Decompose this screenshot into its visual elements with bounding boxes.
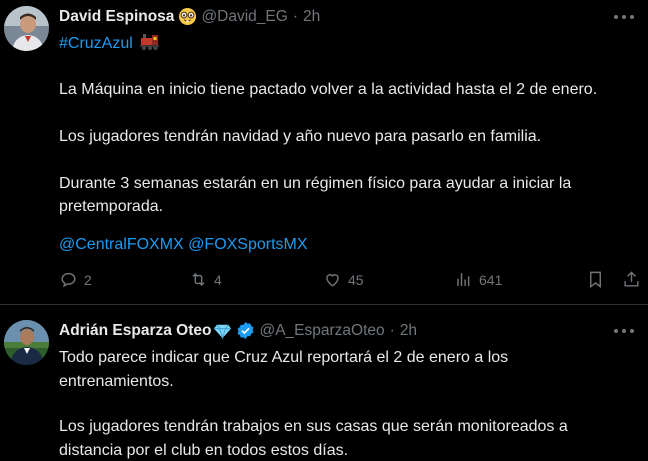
author-name[interactable]: Adrián Esparza Oteo (59, 322, 211, 340)
tweet-header: Adrián Esparza Oteo @A_EsparzaOteo · 2h (59, 321, 417, 340)
author-name[interactable]: David Espinosa (59, 8, 174, 26)
retweet-button[interactable]: 4 (189, 270, 222, 289)
share-icon (624, 271, 639, 287)
bookmark-button[interactable] (586, 270, 605, 289)
tweet-card[interactable]: Adrián Esparza Oteo @A_EsparzaOteo · 2h … (0, 306, 648, 461)
paragraph: La Máquina en inicio tiene pactado volve… (59, 81, 598, 98)
like-button[interactable]: 45 (323, 270, 364, 289)
tweet-header: David Espinosa @David_EG · 2h (59, 7, 320, 26)
analytics-icon (457, 273, 470, 286)
reply-button[interactable]: 2 (59, 270, 92, 289)
separator: · (292, 7, 298, 25)
views-button[interactable]: 641 (454, 270, 502, 289)
tweet-text: Todo parece indicar que Cruz Azul report… (59, 346, 644, 461)
verified-badge-icon (238, 321, 254, 340)
locomotive-emoji-icon (140, 34, 160, 51)
view-count: 641 (479, 271, 503, 288)
author-avatar[interactable] (4, 320, 49, 365)
author-avatar[interactable] (4, 6, 49, 51)
text-line: distancia por el club en todos estos día… (59, 442, 349, 459)
retweet-count: 4 (214, 271, 222, 288)
tweet-text: #CruzAzul La Máquina en inicio tiene pac… (59, 32, 644, 262)
text-line: entrenamientos. (59, 373, 174, 390)
tweet-card[interactable]: David Espinosa @David_EG · 2h #CruzAzul (0, 0, 648, 305)
heart-icon (326, 274, 339, 287)
gem-emoji-icon (214, 324, 232, 340)
timestamp[interactable]: 2h (400, 322, 417, 340)
share-button[interactable] (622, 270, 641, 289)
reply-count: 2 (84, 271, 92, 288)
like-count: 45 (348, 271, 364, 288)
mention-link[interactable]: @CentralFOXMX (59, 236, 184, 253)
more-options-icon[interactable] (614, 14, 634, 20)
paragraph: Los jugadores tendrán navidad y año nuev… (59, 128, 542, 145)
text-line: Todo parece indicar que Cruz Azul report… (59, 349, 509, 366)
mention-link[interactable]: @FOXSportsMX (188, 236, 307, 253)
hashtag-link[interactable]: #CruzAzul (59, 35, 133, 52)
timestamp[interactable]: 2h (303, 8, 320, 26)
paragraph: Durante 3 semanas estarán en un régimen … (59, 175, 572, 192)
nerd-face-emoji-icon (179, 7, 197, 26)
reply-icon (61, 272, 76, 288)
author-handle[interactable]: @David_EG (201, 8, 287, 26)
action-bar: 2 4 45 641 (59, 270, 644, 292)
separator: · (389, 321, 395, 339)
bookmark-icon (590, 271, 601, 289)
paragraph: pretemporada. (59, 198, 164, 215)
more-options-icon[interactable] (614, 328, 634, 334)
text-line: Los jugadores tendrán trabajos en sus ca… (59, 418, 568, 435)
retweet-icon (192, 272, 205, 287)
author-handle[interactable]: @A_EsparzaOteo (259, 322, 384, 340)
